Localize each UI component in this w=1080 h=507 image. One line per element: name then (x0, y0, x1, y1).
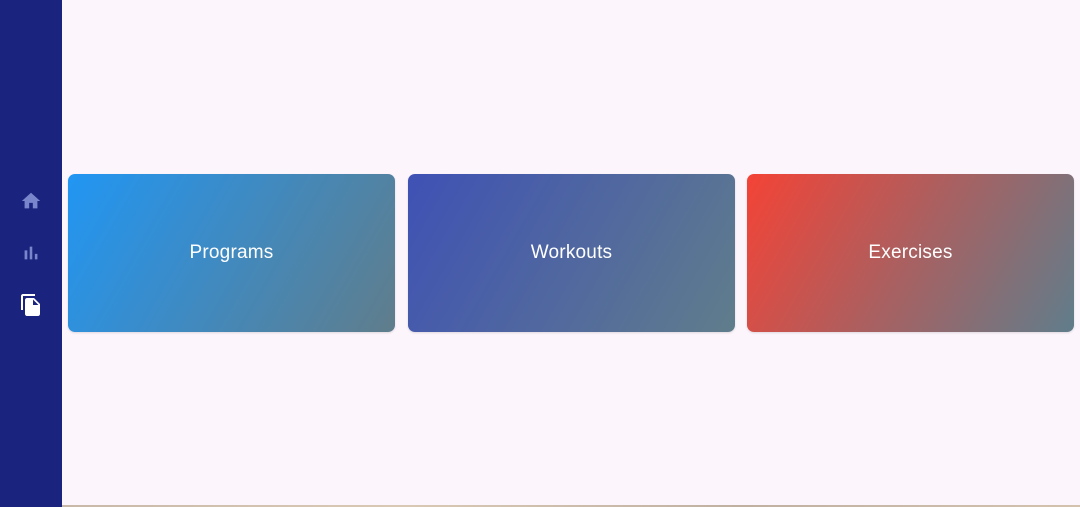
nav-item-stats[interactable] (0, 231, 62, 275)
workouts-card[interactable]: Workouts (408, 174, 735, 332)
home-icon (21, 192, 41, 209)
navigation-rail (0, 0, 62, 507)
bar-chart-icon (24, 246, 38, 260)
nav-item-library[interactable] (0, 283, 62, 327)
exercises-card[interactable]: Exercises (747, 174, 1074, 332)
file-copy-icon (21, 294, 40, 316)
main-content: Programs Workouts Exercises (62, 0, 1080, 507)
app-window: Programs Workouts Exercises (0, 0, 1080, 507)
programs-card-label: Programs (189, 242, 274, 263)
programs-card[interactable]: Programs (68, 174, 395, 332)
exercises-card-label: Exercises (868, 242, 953, 263)
nav-item-home[interactable] (0, 179, 62, 223)
workouts-card-label: Workouts (530, 242, 613, 263)
